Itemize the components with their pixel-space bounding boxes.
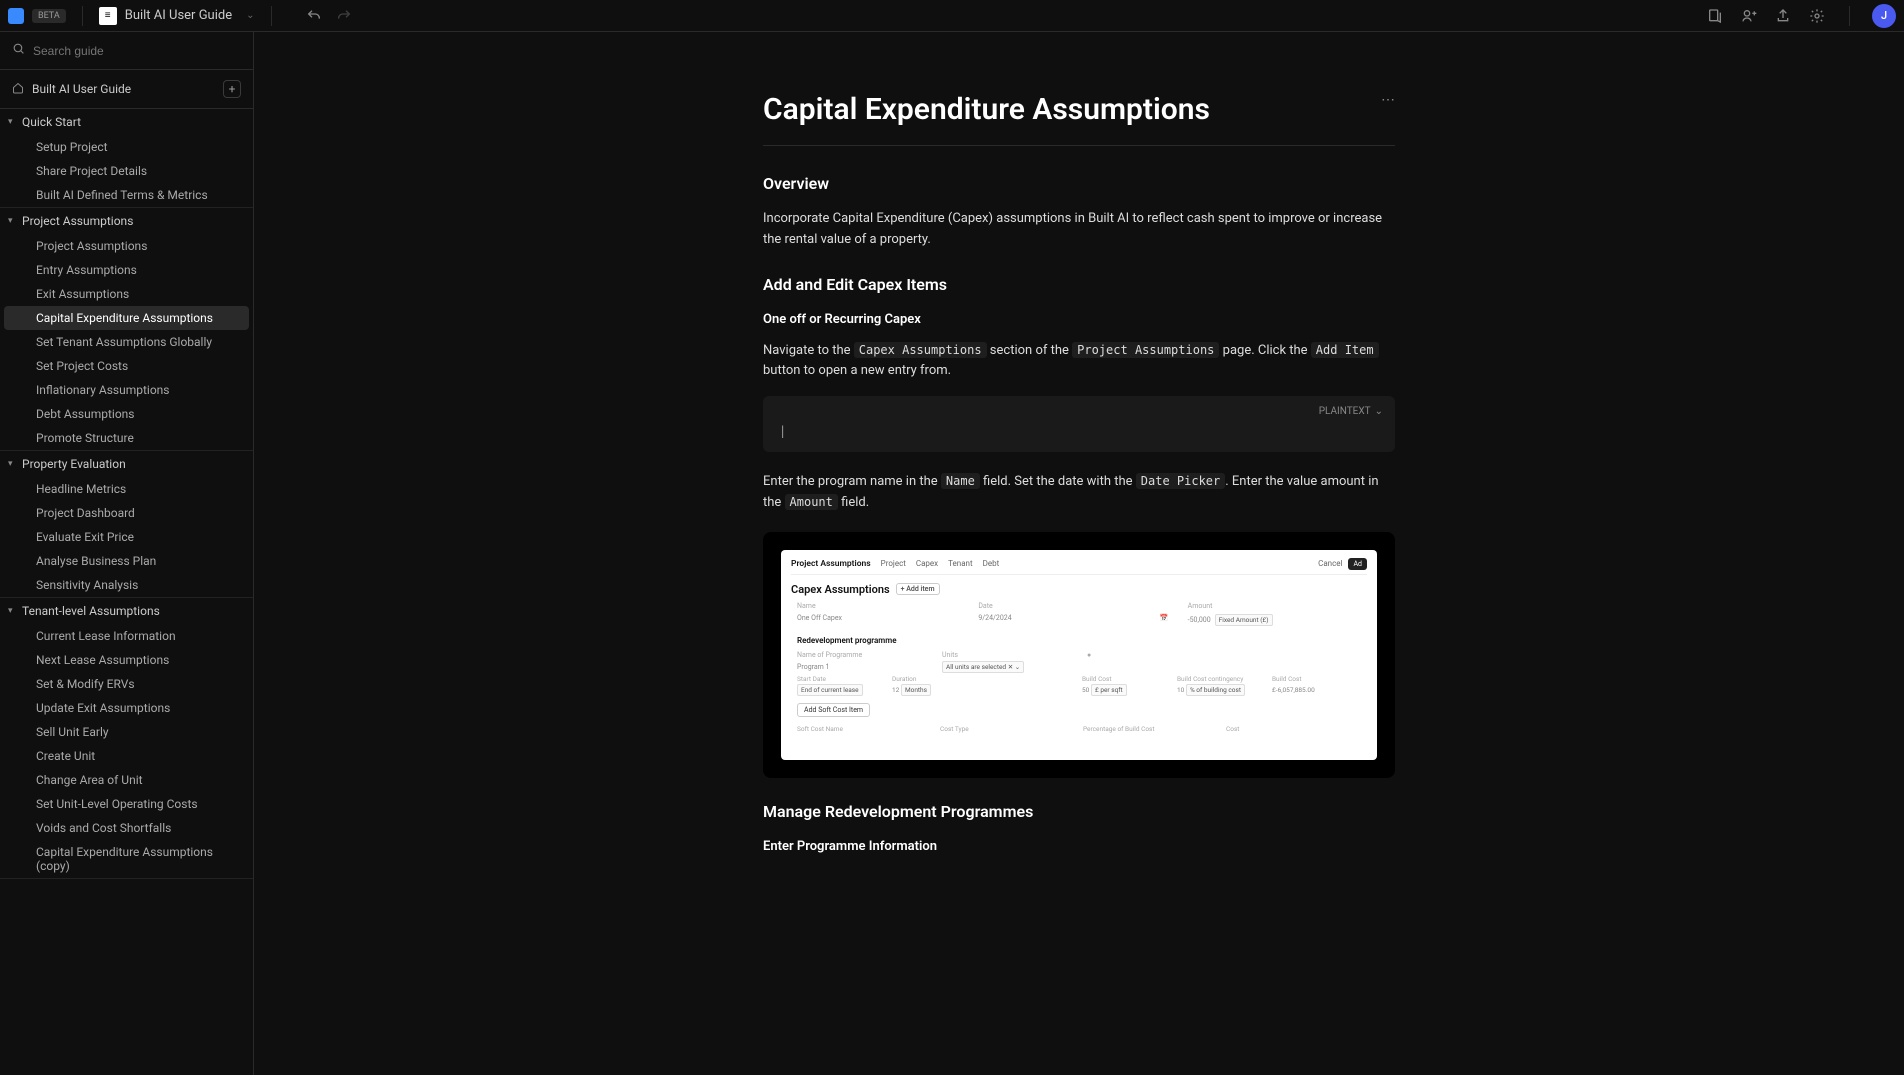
code-block[interactable]: PLAINTEXT ⌄ | bbox=[763, 396, 1395, 452]
page-title: Capital Expenditure Assumptions bbox=[763, 92, 1210, 127]
nav-item[interactable]: Current Lease Information bbox=[0, 624, 253, 648]
inline-code: Add Item bbox=[1311, 342, 1379, 358]
nav-item[interactable]: Exit Assumptions bbox=[0, 282, 253, 306]
search-icon bbox=[12, 42, 25, 59]
bookmark-icon[interactable] bbox=[1705, 6, 1725, 26]
chevron-down-icon[interactable]: ⌄ bbox=[246, 10, 254, 21]
nav-section-title: Quick Start bbox=[22, 115, 81, 129]
sidebar: Built AI User Guide + ▾ Quick Start Setup … bbox=[0, 32, 254, 1075]
add-user-icon[interactable] bbox=[1739, 6, 1759, 26]
chevron-down-icon: ▾ bbox=[8, 606, 18, 616]
nav-item[interactable]: Headline Metrics bbox=[0, 477, 253, 501]
nav-section-title: Property Evaluation bbox=[22, 457, 126, 471]
redo-button[interactable] bbox=[334, 6, 354, 26]
chevron-down-icon: ⌄ bbox=[1375, 406, 1383, 417]
overview-text: Incorporate Capital Expenditure (Capex) … bbox=[763, 209, 1395, 251]
manage-heading: Manage Redevelopment Programmes bbox=[763, 802, 1395, 821]
nav-item[interactable]: Entry Assumptions bbox=[0, 258, 253, 282]
undo-button[interactable] bbox=[304, 6, 324, 26]
nav-item[interactable]: Create Unit bbox=[0, 744, 253, 768]
mock-title: Project Assumptions bbox=[791, 559, 871, 569]
avatar[interactable]: J bbox=[1872, 4, 1896, 28]
inline-code: Capex Assumptions bbox=[854, 342, 987, 358]
enter-prog-heading: Enter Programme Information bbox=[763, 839, 1395, 854]
nav-item[interactable]: Promote Structure bbox=[0, 426, 253, 450]
one-off-heading: One off or Recurring Capex bbox=[763, 312, 1395, 327]
doc-title[interactable]: Built AI User Guide bbox=[125, 8, 232, 23]
mock-add: Ad bbox=[1348, 558, 1367, 570]
overview-heading: Overview bbox=[763, 174, 1395, 193]
nav-item[interactable]: Built AI Defined Terms & Metrics bbox=[0, 183, 253, 207]
nav-section-title: Project Assumptions bbox=[22, 214, 133, 228]
gear-icon[interactable] bbox=[1807, 6, 1827, 26]
chevron-down-icon: ▾ bbox=[8, 216, 18, 226]
add-edit-heading: Add and Edit Capex Items bbox=[763, 275, 1395, 294]
topbar: BETA ≡ Built AI User Guide ⌄ bbox=[0, 0, 1904, 32]
nav-item[interactable]: Evaluate Exit Price bbox=[0, 525, 253, 549]
nav-section-title: Tenant-level Assumptions bbox=[22, 604, 160, 618]
nav-item[interactable]: Set Unit-Level Operating Costs bbox=[0, 792, 253, 816]
article-menu-icon[interactable]: ⋯ bbox=[1381, 92, 1395, 108]
nav-item[interactable]: Update Exit Assumptions bbox=[0, 696, 253, 720]
code-cursor: | bbox=[779, 424, 1379, 438]
share-icon[interactable] bbox=[1773, 6, 1793, 26]
inline-code: Name bbox=[941, 473, 980, 489]
code-language-selector[interactable]: PLAINTEXT ⌄ bbox=[1319, 406, 1383, 417]
mock-cancel: Cancel bbox=[1318, 559, 1342, 568]
chevron-down-icon: ▾ bbox=[8, 117, 18, 127]
nav-section-header[interactable]: ▾ Project Assumptions bbox=[0, 208, 253, 234]
nav-item[interactable]: Set Tenant Assumptions Globally bbox=[0, 330, 253, 354]
nav-section-header[interactable]: ▾ Tenant-level Assumptions bbox=[0, 598, 253, 624]
inline-code: Project Assumptions bbox=[1072, 342, 1219, 358]
divider bbox=[271, 6, 272, 26]
nav-item[interactable]: Capital Expenditure Assumptions (copy) bbox=[0, 840, 253, 878]
doc-icon: ≡ bbox=[99, 7, 117, 25]
nav-item[interactable]: Set & Modify ERVs bbox=[0, 672, 253, 696]
guide-header[interactable]: Built AI User Guide + bbox=[0, 70, 253, 109]
enter-paragraph: Enter the program name in the Name field… bbox=[763, 472, 1395, 514]
nav-item[interactable]: Capital Expenditure Assumptions bbox=[4, 306, 249, 330]
nav-item[interactable]: Change Area of Unit bbox=[0, 768, 253, 792]
search-input[interactable] bbox=[33, 44, 241, 58]
app-logo[interactable] bbox=[8, 8, 24, 24]
nav-item[interactable]: Project Dashboard bbox=[0, 501, 253, 525]
guide-title: Built AI User Guide bbox=[32, 82, 215, 96]
content-area: Capital Expenditure Assumptions ⋯ Overvi… bbox=[254, 32, 1904, 1075]
beta-badge: BETA bbox=[32, 9, 66, 23]
nav-item[interactable]: Sensitivity Analysis bbox=[0, 573, 253, 597]
nav-item[interactable]: Voids and Cost Shortfalls bbox=[0, 816, 253, 840]
search-row[interactable] bbox=[0, 32, 253, 70]
nav-item[interactable]: Share Project Details bbox=[0, 159, 253, 183]
nav-item[interactable]: Debt Assumptions bbox=[0, 402, 253, 426]
nav-item[interactable]: Setup Project bbox=[0, 135, 253, 159]
nav-item[interactable]: Analyse Business Plan bbox=[0, 549, 253, 573]
home-icon bbox=[12, 82, 24, 97]
divider bbox=[82, 6, 83, 26]
mock-add-item: + Add item bbox=[896, 583, 940, 595]
nav-item[interactable]: Sell Unit Early bbox=[0, 720, 253, 744]
embedded-screenshot: Project Assumptions Project Capex Tenant… bbox=[763, 532, 1395, 778]
nav-item[interactable]: Next Lease Assumptions bbox=[0, 648, 253, 672]
divider bbox=[1849, 6, 1850, 26]
nav-item[interactable]: Project Assumptions bbox=[0, 234, 253, 258]
nav-item[interactable]: Set Project Costs bbox=[0, 354, 253, 378]
add-page-button[interactable]: + bbox=[223, 80, 241, 98]
nav-section-header[interactable]: ▾ Quick Start bbox=[0, 109, 253, 135]
inline-code: Amount bbox=[785, 494, 838, 510]
nav-section-header[interactable]: ▾ Property Evaluation bbox=[0, 451, 253, 477]
nav-paragraph: Navigate to the Capex Assumptions sectio… bbox=[763, 341, 1395, 383]
inline-code: Date Picker bbox=[1136, 473, 1225, 489]
chevron-down-icon: ▾ bbox=[8, 459, 18, 469]
nav-item[interactable]: Inflationary Assumptions bbox=[0, 378, 253, 402]
